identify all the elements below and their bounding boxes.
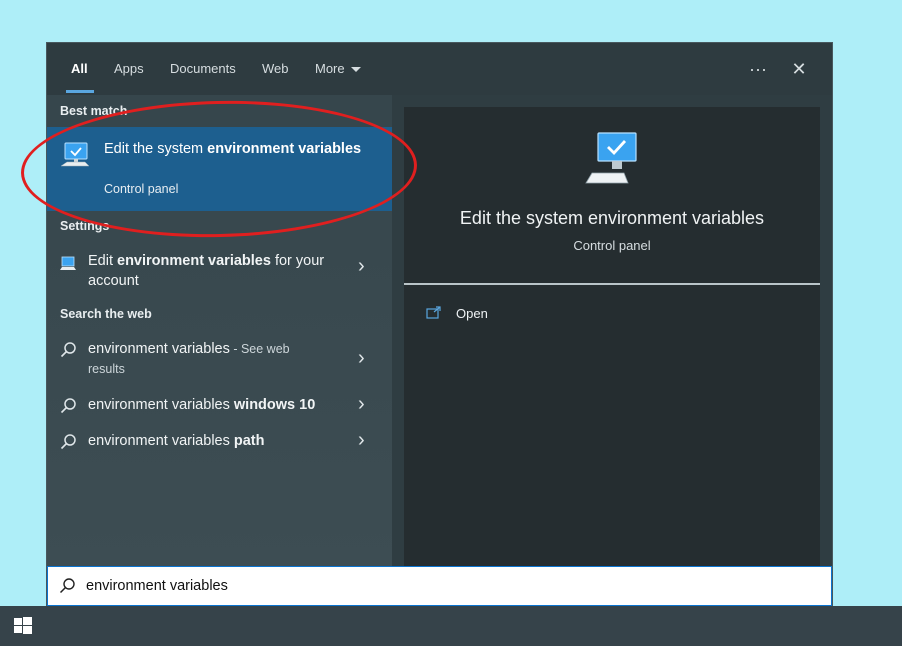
web-result-main: environment variables [88,341,230,357]
chevron-right-icon: › [358,255,365,277]
close-icon[interactable]: ✕ [784,55,814,83]
chevron-down-icon [350,67,361,73]
settings-item-env-vars[interactable]: Edit environment variables for your acco… [47,249,392,297]
monitor-settings-icon [585,132,637,184]
results-list: Best match Edit the system environment v… [47,95,392,566]
settings-heading: Settings [60,219,110,233]
monitor-settings-icon [60,142,90,167]
windows-logo-icon[interactable] [14,617,32,635]
web-result-label: environment variables path [88,431,265,451]
best-match-title-bold: environment variables [207,141,362,157]
open-action[interactable]: Open [426,304,576,326]
web-result-main: environment variables [88,397,234,413]
web-result-bold: path [233,433,265,449]
search-tabs-bar: All Apps Documents Web More ··· ✕ [47,43,832,95]
search-icon [60,434,76,450]
start-search-panel: All Apps Documents Web More ··· ✕ Best m… [19,43,832,606]
chevron-right-icon: › [358,393,365,415]
search-input[interactable] [86,575,806,597]
open-external-icon [426,306,441,319]
tab-web[interactable]: Web [262,43,289,95]
taskbar [0,606,902,646]
best-match-subtitle: Control panel [104,182,179,196]
active-tab-indicator [66,90,94,93]
tab-all[interactable]: All [71,43,88,95]
best-match-heading: Best match [60,104,128,118]
open-action-label: Open [456,306,488,321]
chevron-right-icon: › [358,429,365,451]
search-web-heading: Search the web [60,307,152,321]
web-result-item[interactable]: environment variables path › [47,429,392,455]
best-match-item[interactable]: Edit the system environment variables Co… [47,127,392,211]
web-result-main: environment variables [88,433,234,449]
search-icon [60,398,76,414]
chevron-right-icon: › [358,347,365,369]
web-result-item[interactable]: environment variables - See web results … [47,337,392,381]
tab-more[interactable]: More [315,43,361,95]
best-match-title: Edit the system environment variables [104,139,364,159]
search-box[interactable] [47,566,832,606]
tab-apps[interactable]: Apps [114,43,144,95]
web-result-bold: windows 10 [233,397,316,413]
search-icon [60,342,76,358]
settings-item-prefix: Edit [88,253,118,269]
preview-title: Edit the system environment variables [459,208,765,228]
settings-monitor-icon [60,256,76,270]
preview-divider [404,283,820,285]
settings-item-bold: environment variables [117,253,271,269]
preview-pane: Edit the system environment variables Co… [404,107,820,566]
tab-documents[interactable]: Documents [170,43,236,95]
best-match-title-prefix: Edit the system [104,141,208,157]
tab-more-label: More [315,61,345,76]
ellipsis-icon[interactable]: ··· [743,55,773,83]
preview-subtitle: Control panel [573,238,651,253]
web-result-label: environment variables windows 10 [88,395,315,415]
web-result-label: environment variables - See web results [88,339,323,379]
settings-item-label: Edit environment variables for your acco… [88,251,338,291]
search-icon [59,578,75,594]
web-result-item[interactable]: environment variables windows 10 › [47,393,392,419]
